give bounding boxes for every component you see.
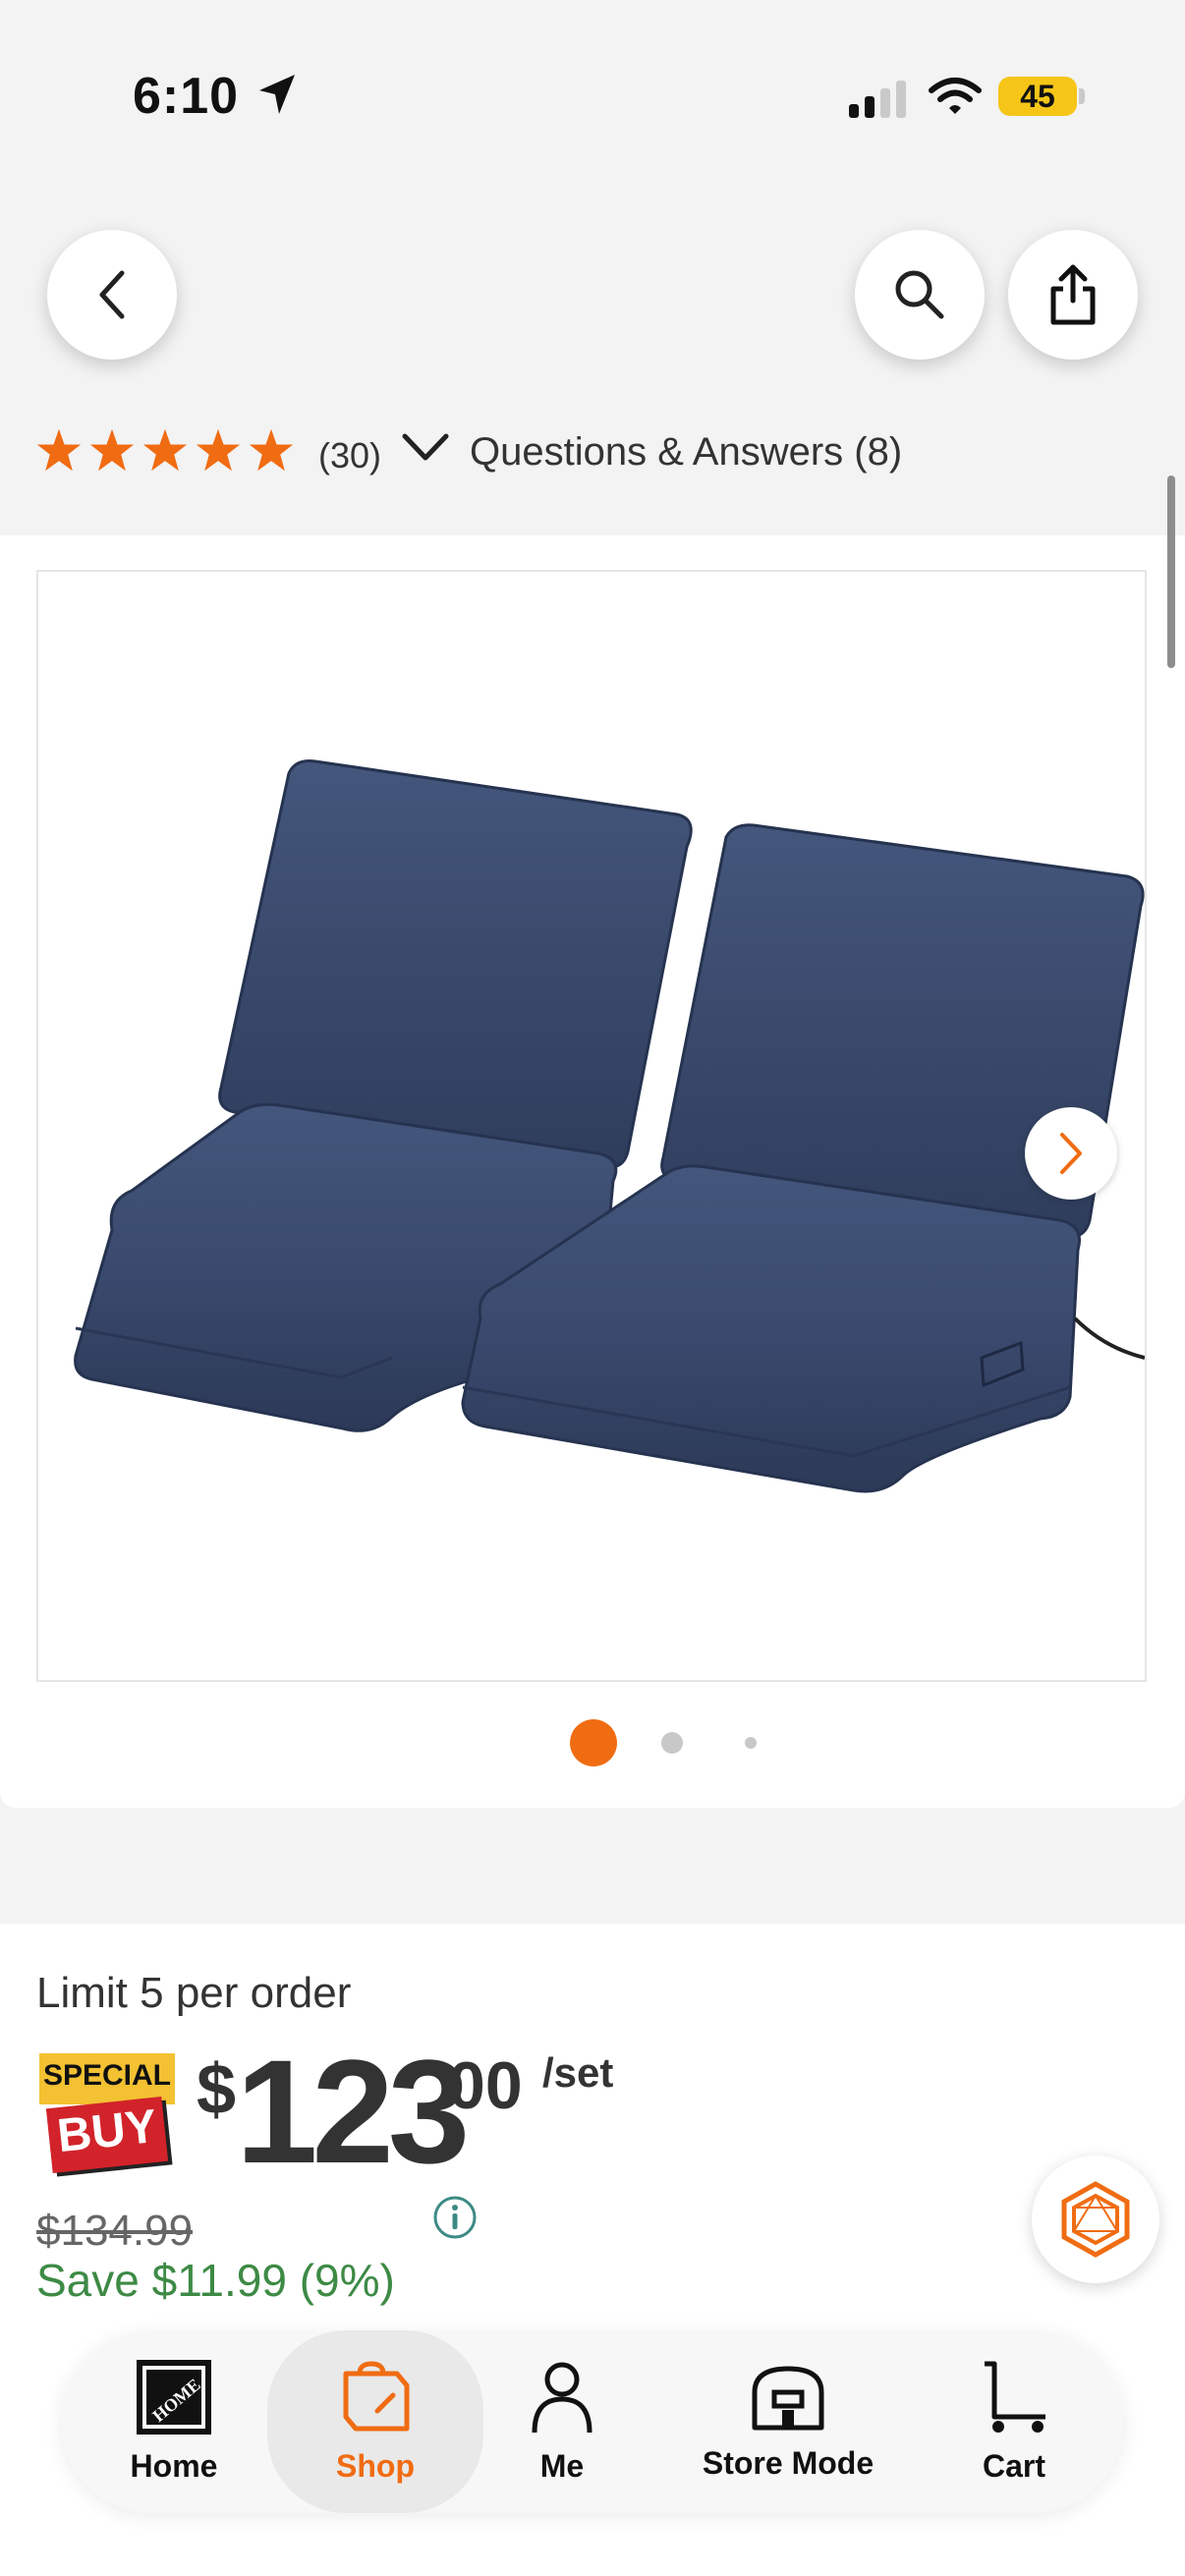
questions-answers-link[interactable]: Questions & Answers (8) [470, 430, 902, 475]
nav-home[interactable]: HOME Home [100, 2330, 248, 2513]
status-bar: 6:10 45 [0, 0, 1185, 187]
nav-cart[interactable]: Cart [945, 2330, 1083, 2513]
price-dollar-sign: $ [197, 2050, 237, 2129]
shop-bag-icon [343, 2360, 410, 2431]
price-cents: 00 [448, 2048, 523, 2123]
star-icon [142, 428, 188, 472]
nav-store-mode[interactable]: Store Mode [670, 2330, 906, 2513]
price-unit: /set [542, 2049, 614, 2096]
search-icon [895, 270, 944, 319]
chevron-down-icon[interactable] [401, 428, 450, 468]
wifi-icon [929, 78, 982, 114]
star-rating [35, 426, 295, 474]
gallery-pagination[interactable] [570, 1719, 766, 1768]
review-count[interactable]: (30) [318, 435, 381, 476]
star-icon [249, 428, 294, 472]
next-image-button[interactable] [1025, 1107, 1117, 1200]
location-arrow-icon [259, 75, 295, 114]
hexagon-assistant-icon [1061, 2181, 1130, 2258]
rating-row[interactable]: (30) Questions & Answers (8) [35, 420, 1146, 483]
chevron-left-icon [99, 270, 125, 319]
savings-text: Save $11.99 (9%) [36, 2255, 395, 2306]
assistant-button[interactable] [1032, 2156, 1159, 2283]
battery-tip [1079, 88, 1085, 104]
status-time: 6:10 [133, 68, 240, 125]
special-buy-badge: SPECIAL BUY [39, 2053, 177, 2175]
purchase-limit: Limit 5 per order [36, 1969, 352, 2017]
product-image[interactable] [36, 570, 1147, 1682]
price-dollars: 123 [236, 2029, 470, 2194]
cellular-signal-icon [849, 79, 908, 118]
cart-icon [985, 2361, 1045, 2433]
original-price: $134.99 [36, 2207, 194, 2255]
nav-shop-label: Shop [336, 2447, 415, 2484]
bottom-navigation: HOME Home Shop Me Store Mode Cart [61, 2330, 1124, 2513]
nav-shop[interactable]: Shop [267, 2330, 483, 2513]
nav-me[interactable]: Me [493, 2330, 631, 2513]
nav-cart-label: Cart [982, 2447, 1045, 2484]
battery-indicator: 45 [998, 77, 1077, 116]
share-icon [1050, 264, 1096, 325]
chevron-right-icon [1060, 1133, 1082, 1174]
home-depot-logo-icon: HOME [137, 2359, 211, 2435]
store-icon [752, 2366, 824, 2430]
badge-top-text: SPECIAL [42, 2059, 172, 2092]
star-icon [36, 428, 82, 472]
search-button[interactable] [855, 230, 985, 360]
nav-store-mode-label: Store Mode [702, 2444, 875, 2481]
pagination-dot[interactable] [570, 1719, 617, 1766]
nav-home-label: Home [130, 2447, 218, 2484]
star-icon [89, 428, 135, 472]
user-icon [532, 2362, 592, 2433]
cushion-set-image [74, 759, 1145, 1493]
pagination-dot[interactable] [661, 1732, 683, 1754]
info-icon[interactable] [432, 2195, 478, 2240]
scroll-indicator [1167, 476, 1175, 668]
share-button[interactable] [1008, 230, 1138, 360]
nav-me-label: Me [539, 2447, 585, 2484]
back-button[interactable] [47, 230, 177, 360]
pagination-dot[interactable] [745, 1737, 757, 1749]
star-icon [196, 428, 241, 472]
